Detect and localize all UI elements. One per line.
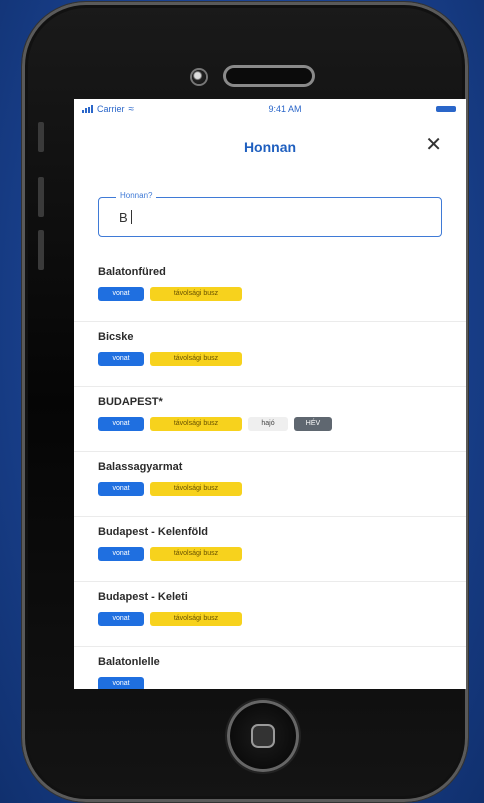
list-item[interactable]: Balatonfüred vonat távolsági busz (74, 257, 466, 322)
close-icon[interactable]: ✕ (425, 135, 442, 155)
list-item[interactable]: Bicske vonat távolsági busz (74, 322, 466, 387)
transport-badge: vonat (98, 482, 144, 496)
list-item-name: Bicske (98, 331, 134, 343)
front-camera-icon (192, 70, 206, 84)
transport-badge: vonat (98, 547, 144, 561)
clock: 9:41 AM (268, 104, 302, 114)
transport-badge: távolsági busz (150, 352, 242, 366)
transport-tags: vonat távolsági busz (98, 482, 442, 496)
transport-badge: távolsági busz (150, 547, 242, 561)
search-field-label: Honnan? (116, 191, 157, 200)
transport-badge: távolsági busz (150, 417, 242, 431)
carrier-label: Carrier (97, 104, 125, 114)
transport-badge: hajó (248, 417, 288, 431)
status-bar: Carrier ≈ 9:41 AM (74, 99, 466, 119)
list-item-name: Budapest - Kelenföld (98, 526, 209, 538)
transport-tags: vonat távolsági busz (98, 287, 442, 301)
battery-icon (435, 106, 456, 112)
transport-badge: vonat (98, 417, 144, 431)
home-square-icon (251, 724, 275, 748)
search-field[interactable]: Honnan? B (98, 191, 442, 237)
volume-down-button (38, 230, 44, 270)
transport-badge: távolsági busz (150, 482, 242, 496)
wifi-icon: ≈ (128, 103, 135, 115)
transport-badge: vonat (98, 352, 144, 366)
transport-badge: vonat (98, 677, 144, 689)
transport-badge: távolsági busz (150, 612, 242, 626)
list-item[interactable]: Balassagyarmat vonat távolsági busz (74, 452, 466, 517)
list-item-name: BUDAPEST* (98, 396, 163, 408)
modal-header: Honnan ✕ (74, 119, 466, 175)
transport-tags: vonat távolsági busz (98, 612, 442, 626)
text-cursor (130, 210, 132, 224)
transport-tags: vonat távolsági busz (98, 352, 442, 366)
mute-switch (38, 122, 44, 152)
list-item[interactable]: Budapest - Kelenföld vonat távolsági busz (74, 517, 466, 582)
transport-badge: távolsági busz (150, 287, 242, 301)
volume-up-button (38, 177, 44, 217)
home-button[interactable] (227, 700, 299, 772)
transport-badge: vonat (98, 612, 144, 626)
search-input-value: B (119, 209, 128, 225)
transport-tags: vonat távolsági busz hajó HÉV (98, 417, 442, 431)
list-item-name: Balassagyarmat (98, 461, 183, 473)
list-item[interactable]: Budapest - Keleti vonat távolsági busz (74, 582, 466, 647)
phone-screen: Carrier ≈ 9:41 AM Honnan ✕ Honnan? B Bal… (74, 99, 466, 689)
earpiece-speaker (226, 68, 312, 84)
transport-badge: vonat (98, 287, 144, 301)
transport-tags: vonat távolsági busz (98, 547, 442, 561)
list-item-name: Balatonlelle (98, 656, 160, 668)
phone-frame: Carrier ≈ 9:41 AM Honnan ✕ Honnan? B Bal… (22, 2, 468, 802)
search-input[interactable]: B (98, 197, 442, 237)
transport-badge: HÉV (294, 417, 332, 431)
page-title: Honnan (243, 139, 297, 155)
list-item[interactable]: Balatonlelle vonat (74, 647, 466, 689)
list-item-name: Balatonfüred (98, 266, 166, 278)
list-item-name: Budapest - Keleti (98, 591, 188, 603)
signal-icon (82, 105, 93, 113)
transport-tags: vonat (98, 677, 442, 689)
result-list: Balatonfüred vonat távolsági busz Bicske von… (74, 257, 466, 689)
list-item[interactable]: BUDAPEST* vonat távolsági busz hajó HÉV (74, 387, 466, 452)
